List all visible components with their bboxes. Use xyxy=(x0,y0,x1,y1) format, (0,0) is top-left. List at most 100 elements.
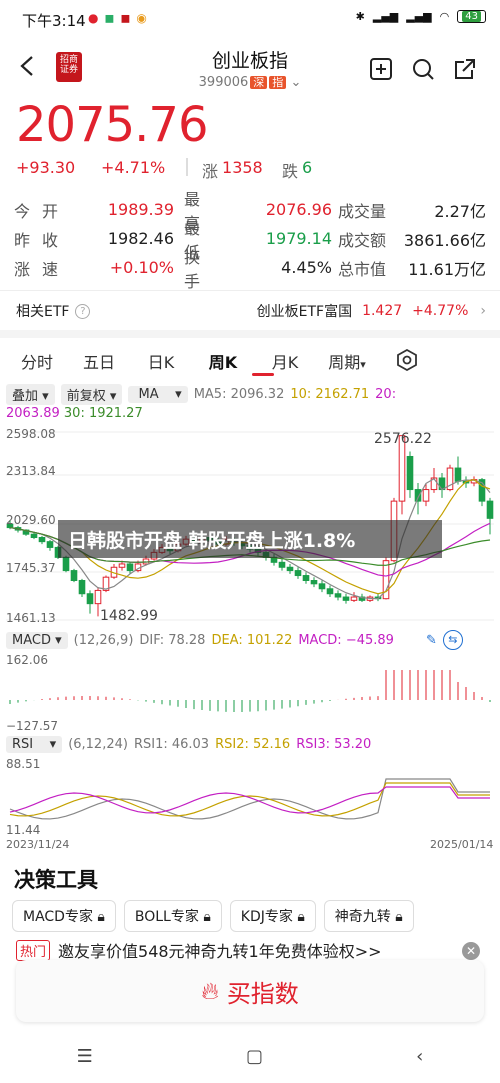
lock-icon: 🔒︎ xyxy=(395,909,403,925)
stat-high: 2076.96 xyxy=(265,200,332,219)
macd-select[interactable]: MACD ▾ xyxy=(6,631,68,649)
down-count: 6 xyxy=(302,158,313,177)
battery-icon: 43 xyxy=(457,10,486,23)
candle-body xyxy=(62,556,70,572)
tab-week-k[interactable]: 周K xyxy=(192,345,254,377)
rsi-axis-top: 88.51 xyxy=(6,757,40,771)
candle-body xyxy=(454,467,462,482)
tab-five-day[interactable]: 五日 xyxy=(68,345,130,377)
candle-body xyxy=(86,593,94,605)
lock-icon: 🔒︎ xyxy=(297,909,305,925)
buy-index-button[interactable]: 🔥︎ 买指数 xyxy=(16,960,484,1022)
up-count: 1358 xyxy=(222,158,263,177)
stat-speed: +0.10% xyxy=(109,258,174,277)
flame-icon: 🔥︎ xyxy=(201,977,219,1005)
change-value: +93.30 xyxy=(16,158,76,177)
settings-icon[interactable] xyxy=(396,349,418,371)
date-start: 2023/11/24 xyxy=(6,838,69,851)
y-tick-top: 2598.08 xyxy=(6,427,56,441)
tab-period[interactable]: 周期▾ xyxy=(316,345,378,377)
ma20-label: 20: xyxy=(375,387,397,402)
stats-row: 今开 1989.39 最高 2076.96 成交量 2.27亿 xyxy=(14,190,486,233)
app-icon: ◼ xyxy=(120,11,131,25)
active-tab-indicator xyxy=(252,373,274,376)
candle-body xyxy=(406,455,414,491)
stats-row: 昨收 1982.46 最低 1979.14 成交额 3861.66亿 xyxy=(14,219,486,262)
overlay-select[interactable]: 叠加 ▾ xyxy=(6,384,55,405)
rsi-axis-bottom: 11.44 xyxy=(6,823,40,837)
stat-label: 昨收 xyxy=(14,230,71,250)
edit-pencil-icon[interactable]: ✎ xyxy=(426,633,437,648)
candle-body xyxy=(302,575,310,582)
wifi-icon: ◠ xyxy=(439,10,450,23)
rsi-select[interactable]: RSI ▾ xyxy=(6,736,63,753)
tool-kdj[interactable]: KDJ专家 🔒︎ xyxy=(229,900,316,932)
stat-open: 1989.39 xyxy=(107,200,174,219)
down-label: 跌 xyxy=(282,162,299,181)
close-icon[interactable]: ✕ xyxy=(462,942,480,960)
share-icon[interactable] xyxy=(452,56,478,82)
macd-dif: DIF: 78.28 xyxy=(139,632,206,648)
stat-label: 今开 xyxy=(14,201,71,221)
back-nav-icon[interactable]: ‹ xyxy=(416,1046,423,1067)
etf-name: 创业板ETF富国 xyxy=(256,304,353,320)
expand-chevron-icon[interactable]: ⌄ xyxy=(476,257,487,272)
chevron-down-icon: ⌄ xyxy=(290,75,302,90)
etf-change: +4.77% xyxy=(412,303,469,319)
etf-price: 1.427 xyxy=(362,303,403,319)
macd-header: MACD ▾ (12,26,9) DIF: 78.28 DEA: 101.22 … xyxy=(6,630,496,650)
switch-icon[interactable]: ⇆ xyxy=(442,630,463,650)
candle-body xyxy=(294,570,302,577)
lock-icon: 🔒︎ xyxy=(203,909,211,925)
tab-day-k[interactable]: 日K xyxy=(130,345,192,377)
candle-body xyxy=(126,563,134,572)
stat-turnover-rate: 4.45% xyxy=(281,258,332,277)
y-tick-4: 1745.37 xyxy=(6,561,56,575)
system-nav-bar: ☰ ▢ ‹ xyxy=(0,1030,500,1083)
separator xyxy=(186,158,188,176)
stat-low: 1979.14 xyxy=(265,229,332,248)
home-icon[interactable]: ▢ xyxy=(246,1046,263,1067)
etf-label: 相关ETF xyxy=(16,304,70,320)
indicator-row: 叠加 ▾ 前复权 ▾ MA ▾ MA5: 2096.32 10: 2162.71… xyxy=(6,384,496,405)
status-time: 下午3:14 xyxy=(22,12,86,30)
high-annotation: 2576.22 xyxy=(374,431,432,447)
related-etf-row[interactable]: 相关ETF ? 创业板ETF富国 1.427 +4.77% › xyxy=(16,301,486,321)
signal-icon-2: ▂▄▆ xyxy=(406,10,432,23)
candle-body xyxy=(118,563,126,568)
search-icon[interactable] xyxy=(410,56,436,82)
candle-body xyxy=(334,593,342,598)
candle-body xyxy=(70,570,78,582)
candle-body xyxy=(78,580,86,595)
eye-icon: ◉ xyxy=(136,11,147,25)
tool-boll[interactable]: BOLL专家 🔒︎ xyxy=(123,900,222,932)
candle-body xyxy=(350,596,358,601)
candle-body xyxy=(342,596,350,601)
menu-icon[interactable]: ☰ xyxy=(77,1046,93,1067)
tool-macd[interactable]: MACD专家 🔒︎ xyxy=(12,900,116,932)
tool-nine-turn[interactable]: 神奇九转 🔒︎ xyxy=(323,900,414,932)
promo-text: 邀友享价值548元神奇九转1年免费体验权>> xyxy=(58,942,382,961)
add-watchlist-icon[interactable] xyxy=(368,56,394,82)
news-overlay-banner[interactable]: 日韩股市开盘 韩股开盘上涨1.8% xyxy=(58,520,442,558)
adjust-select[interactable]: 前复权 ▾ xyxy=(60,384,123,405)
ma-line-2: 2063.89 30: 1921.27 xyxy=(6,406,143,421)
rsi1-value: RSI1: 46.03 xyxy=(133,737,210,752)
lock-icon: 🔒︎ xyxy=(97,909,105,925)
stat-prev-close: 1982.46 xyxy=(107,229,174,248)
help-icon[interactable]: ? xyxy=(75,303,91,319)
status-app-icons: ● ◼ ◼ ◉ xyxy=(88,11,147,25)
stats-grid: 今开 1989.39 最高 2076.96 成交量 2.27亿 昨收 1982.… xyxy=(14,190,487,291)
tab-minute[interactable]: 分时 xyxy=(6,345,68,377)
ma-select[interactable]: MA ▾ xyxy=(128,386,188,403)
macd-dea: DEA: 101.22 xyxy=(211,632,293,648)
hot-tag: 热门 xyxy=(16,939,51,961)
macd-chart: 162.06 −127.57 xyxy=(6,653,491,732)
candle-body xyxy=(286,566,294,572)
macd-value: MACD: −45.89 xyxy=(298,632,394,648)
rsi-header: RSI ▾ (6,12,24) RSI1: 46.03 RSI2: 52.16 … xyxy=(6,736,496,753)
stat-label: 换手 xyxy=(184,247,213,291)
candle-body xyxy=(46,541,54,548)
change-row: +93.30 +4.71% 涨 1358 跌 6 xyxy=(16,158,312,182)
candle-body xyxy=(422,489,430,502)
